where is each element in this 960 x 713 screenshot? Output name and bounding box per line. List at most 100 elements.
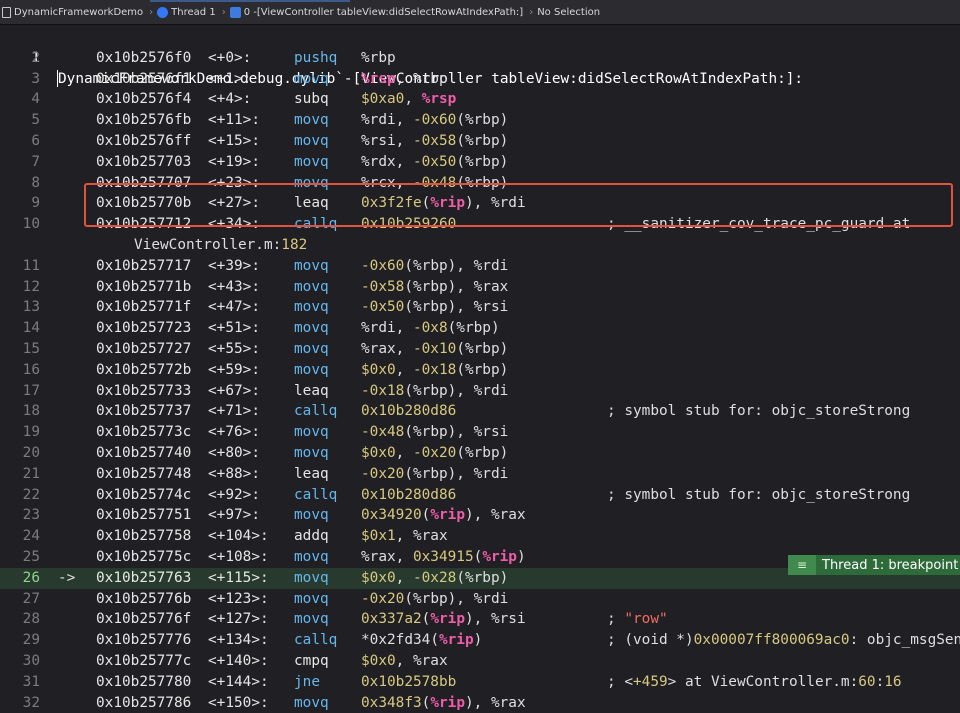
instruction-address: 0x10b257776 — [96, 632, 192, 649]
instruction-offset: <+104>: — [208, 528, 269, 545]
instruction-operands: $0xa0, %rsp — [361, 89, 456, 110]
instruction-address: 0x10b2576f0 — [96, 49, 192, 66]
instruction-offset: <+150>: — [208, 694, 269, 711]
instruction-operands-token: , %rax — [395, 653, 448, 669]
line-number: 20 — [22, 445, 40, 461]
instruction-mnemonic: callq — [294, 632, 338, 649]
instruction-comment-token: > at ViewController.m: — [667, 673, 859, 690]
comment-continuation-token: 182 — [281, 237, 308, 253]
instruction-line[interactable]: 12 0x10b25771b <+43>: movq -0x58(%rbp), %rax — [0, 277, 960, 298]
instruction-mnemonic: movq — [294, 174, 329, 191]
instruction-line[interactable]: 14 0x10b257723 <+51>: movq %rdi, -0x8(%rbp) — [0, 318, 960, 339]
instruction-operands: 0x34920(%rip), %rax — [361, 505, 526, 526]
instruction-mnemonic: movq — [294, 320, 329, 337]
instruction-line[interactable]: 7 0x10b257703 <+19>: movq %rdx, -0x50(%rbp) — [0, 152, 960, 173]
instruction-operands: %rax, -0x10(%rbp) — [361, 339, 508, 360]
instruction-offset: <+92>: — [208, 486, 260, 503]
instruction-line[interactable]: 4 0x10b2576f4 <+4>: subq $0xa0, %rsp — [0, 89, 960, 110]
instruction-line[interactable]: 17 0x10b257733 <+67>: leaq -0x18(%rbp), %rdi — [0, 381, 960, 402]
instruction-line[interactable]: 13 0x10b25771f <+47>: movq -0x50(%rbp), %rsi — [0, 297, 960, 318]
instruction-line[interactable]: 11 0x10b257717 <+39>: movq -0x60(%rbp), %rdi — [0, 256, 960, 277]
instruction-address: 0x10b257740 — [96, 445, 192, 461]
instruction-address: 0x10b2576f4 — [96, 91, 192, 108]
instruction-line[interactable]: 27 0x10b25776b <+123>: movq -0x20(%rbp), %rd… — [0, 589, 960, 610]
instruction-mnemonic: movq — [294, 569, 329, 586]
instruction-line[interactable]: 23 0x10b257751 <+97>: movq 0x34920(%rip), %r… — [0, 505, 960, 526]
continuation-line[interactable]: ViewController.m:182 — [0, 235, 960, 256]
instruction-mnemonic: pushq — [294, 49, 338, 66]
instruction-offset: <+76>: — [208, 424, 260, 441]
instruction-line[interactable]: 6 0x10b2576ff <+15>: movq %rsi, -0x58(%rbp) — [0, 131, 960, 152]
instruction-line[interactable]: 22 0x10b25774c <+92>: callq 0x10b280d86 ; sym… — [0, 485, 960, 506]
instruction-operands-token: $0x0 — [361, 653, 396, 669]
instruction-operands-token: 0x348f3 — [361, 694, 422, 711]
instruction-operands-token: ), %rsi — [464, 611, 526, 628]
instruction-line[interactable]: 3 0x10b2576f1 <+1>: movq %rsp, %rbp — [0, 69, 960, 90]
instruction-line[interactable]: 5 0x10b2576fb <+11>: movq %rdi, -0x60(%rbp) — [0, 110, 960, 131]
instruction-line[interactable]: 31 0x10b257780 <+144>: jne 0x10b2578bb ; <+45… — [0, 672, 960, 693]
breadcrumb-thread[interactable]: Thread 1 — [157, 6, 216, 18]
instruction-operands-token: (%rbp), %rsi — [404, 299, 509, 316]
instruction-operands-token: $0x1 — [361, 528, 396, 545]
comment-continuation-token: ViewController.m: — [134, 237, 282, 253]
disassembly-view[interactable]: 1 DynamicFrameworkDemo.debug.dylib`-[Vie… — [0, 27, 960, 713]
instruction-mnemonic: leaq — [294, 465, 329, 482]
breadcrumb-selection[interactable]: No Selection — [537, 7, 600, 18]
instruction-address: 0x10b25774c — [96, 486, 192, 503]
instruction-address: 0x10b25771f — [96, 299, 192, 316]
instruction-line[interactable]: 24 0x10b257758 <+104>: addq $0x1, %rax — [0, 526, 960, 547]
instruction-offset: <+34>: — [208, 216, 260, 233]
instruction-operands: 0x10b259260 — [361, 214, 456, 235]
instruction-offset: <+134>: — [208, 632, 269, 649]
instruction-offset: <+47>: — [208, 299, 260, 316]
instruction-operands-token: ) — [516, 549, 526, 565]
breadcrumb-thread-label: Thread 1 — [171, 6, 216, 18]
instruction-offset: <+27>: — [208, 195, 260, 212]
instruction-line[interactable]: 32 0x10b257786 <+150>: movq 0x348f3(%rip), %… — [0, 693, 960, 713]
instruction-line[interactable]: 28 0x10b25776f <+127>: movq 0x337a2(%rip), %… — [0, 609, 960, 630]
file-icon — [2, 6, 11, 18]
instruction-comment-token: ; symbol stub for: objc_storeStrong — [607, 403, 911, 420]
instruction-comment: ; __sanitizer_cov_trace_pc_guard at — [607, 214, 910, 235]
instruction-line[interactable]: 15 0x10b257727 <+55>: movq %rax, -0x10(%rbp) — [0, 339, 960, 360]
breadcrumb-project[interactable]: DynamicFrameworkDemo — [0, 6, 143, 18]
instruction-line[interactable]: 10 0x10b257712 <+34>: callq 0x10b259260 ; __s… — [0, 214, 960, 235]
instruction-line[interactable]: 29 0x10b257776 <+134>: callq *0x2fd34(%rip);… — [0, 630, 960, 651]
instruction-operands-token: -0x58 — [361, 278, 405, 295]
instruction-line[interactable]: 18 0x10b257737 <+71>: callq 0x10b280d86 ; sym… — [0, 401, 960, 422]
instruction-line[interactable]: 30 0x10b25777c <+140>: cmpq $0x0, %rax — [0, 651, 960, 672]
instruction-line[interactable]: 2 0x10b2576f0 <+0>: pushq %rbp — [0, 48, 960, 69]
chevron-right-icon: › — [221, 6, 226, 18]
instruction-offset: <+123>: — [208, 590, 269, 607]
instruction-operands-token: ), %rdi — [464, 195, 526, 212]
instruction-operands: -0x60(%rbp), %rdi — [361, 256, 508, 277]
instruction-operands: 0x3f2fe(%rip), %rdi — [361, 193, 526, 214]
instruction-operands-token: -0x50 — [361, 299, 405, 316]
breadcrumb-frame[interactable]: 0 -[ViewController tableView:didSelectRo… — [229, 6, 523, 18]
instruction-address: 0x10b257780 — [96, 673, 192, 690]
instruction-line[interactable]: 21 0x10b257748 <+88>: leaq -0x20(%rbp), %rdi — [0, 464, 960, 485]
instruction-offset: <+88>: — [208, 465, 260, 482]
instruction-offset: <+127>: — [208, 611, 269, 628]
instruction-line[interactable]: 9 0x10b25770b <+27>: leaq 0x3f2fe(%rip), %rd… — [0, 193, 960, 214]
chevron-right-icon: › — [529, 6, 534, 18]
instruction-offset: <+1>: — [208, 70, 252, 87]
instruction-operands-token: %rip — [430, 195, 465, 212]
instruction-mnemonic: movq — [294, 341, 329, 357]
instruction-line[interactable]: 19 0x10b25773c <+76>: movq -0x48(%rbp), %rsi — [0, 422, 960, 443]
instruction-offset: <+0>: — [208, 49, 252, 66]
instruction-operands-token: %rsp — [421, 91, 457, 108]
instruction-address: 0x10b257707 — [96, 174, 192, 191]
instruction-operands: $0x0, -0x18(%rbp) — [361, 360, 508, 381]
instruction-operands-token: (%rbp) — [456, 445, 509, 461]
instruction-operands: $0x1, %rax — [361, 526, 448, 547]
instruction-line[interactable]: 16 0x10b25772b <+59>: movq $0x0, -0x18(%rbp) — [0, 360, 960, 381]
instruction-mnemonic: leaq — [294, 195, 329, 212]
instruction-address: 0x10b257703 — [96, 153, 192, 170]
breakpoint-badge[interactable]: ≡ Thread 1: breakpoint — [788, 555, 960, 575]
instruction-offset: <+140>: — [208, 653, 269, 669]
instruction-line[interactable]: 20 0x10b257740 <+80>: movq $0x0, -0x20(%rbp) — [0, 443, 960, 464]
instruction-operands-token: %rip — [430, 694, 465, 711]
instruction-comment: ; symbol stub for: objc_storeStrong — [607, 401, 910, 422]
instruction-line[interactable]: 8 0x10b257707 <+23>: movq %rcx, -0x48(%rbp) — [0, 173, 960, 194]
